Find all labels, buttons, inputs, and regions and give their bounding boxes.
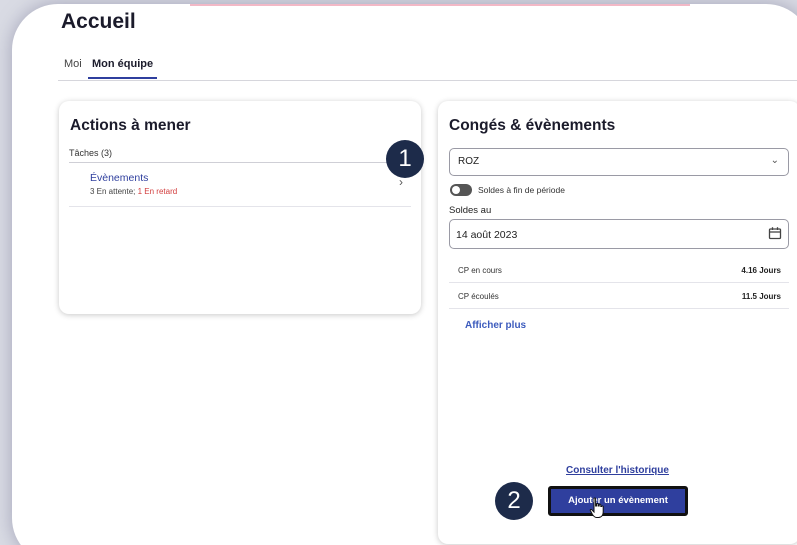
actions-card: Actions à mener Tâches (3) Évènements 3 … — [59, 101, 421, 314]
conges-card: Congés & évènements ROZ ⌄ Soldes à fin d… — [438, 101, 797, 544]
calendar-icon[interactable] — [768, 226, 782, 240]
show-more-link[interactable]: Afficher plus — [465, 320, 526, 331]
page-title: Accueil — [61, 10, 136, 33]
hand-cursor-icon — [589, 497, 604, 518]
balance-row: CP écoulés 11.5 Jours — [449, 283, 789, 309]
tab-bar: Moi Mon équipe — [58, 55, 797, 81]
add-event-button[interactable]: Ajouter un évènement — [548, 486, 688, 516]
divider — [69, 162, 411, 163]
pending-count: 3 En attente; — [90, 187, 136, 196]
date-value: 14 août 2023 — [456, 229, 518, 241]
page: Accueil Moi Mon équipe Actions à mener T… — [0, 0, 797, 545]
balance-value: 11.5 Jours — [741, 292, 781, 301]
step-badge-1: 1 — [386, 140, 424, 178]
step-badge-2: 2 — [495, 482, 533, 520]
employee-select[interactable]: ROZ ⌄ — [449, 148, 789, 176]
task-row-evenements[interactable]: Évènements 3 En attente; 1 En retard › — [69, 165, 411, 207]
date-field[interactable]: 14 août 2023 — [449, 219, 789, 249]
task-status: 3 En attente; 1 En retard — [90, 187, 177, 196]
toggle-label: Soldes à fin de période — [478, 185, 565, 195]
soldes-fin-periode-toggle[interactable] — [450, 184, 472, 196]
employee-select-value: ROZ — [458, 156, 480, 167]
task-title: Évènements — [90, 172, 149, 184]
balance-row: CP en cours 4.16 Jours — [449, 257, 789, 283]
balance-value: 4.16 Jours — [741, 266, 781, 275]
soldes-au-label: Soldes au — [449, 205, 492, 216]
history-link[interactable]: Consulter l'historique — [566, 465, 669, 476]
chevron-down-icon: ⌄ — [770, 155, 779, 166]
tab-mon-equipe[interactable]: Mon équipe — [88, 58, 158, 79]
late-count: 1 En retard — [137, 187, 178, 196]
tab-moi[interactable]: Moi — [64, 58, 82, 70]
conges-card-title: Congés & évènements — [449, 117, 616, 134]
tasks-header: Tâches (3) — [69, 148, 113, 158]
balance-label: CP écoulés — [458, 292, 499, 301]
actions-card-title: Actions à mener — [70, 117, 191, 134]
balance-label: CP en cours — [458, 266, 502, 275]
